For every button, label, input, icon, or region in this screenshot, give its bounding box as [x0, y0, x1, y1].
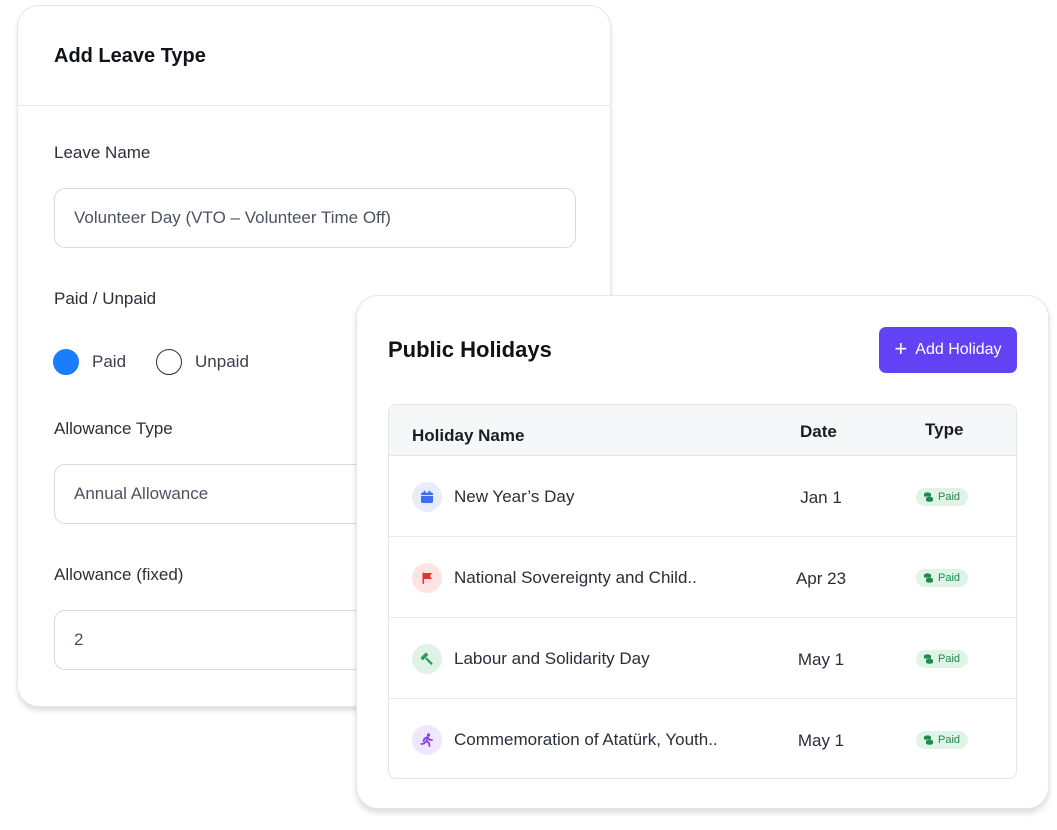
unpaid-radio-label[interactable]: Unpaid — [195, 352, 249, 372]
coins-icon — [924, 492, 933, 502]
running-person-icon — [412, 725, 442, 755]
holiday-date: May 1 — [797, 650, 845, 669]
plus-icon: + — [894, 336, 908, 361]
holiday-date: Apr 23 — [795, 569, 847, 588]
column-header-date: Date — [800, 422, 837, 441]
table-header: Holiday Name Date Type — [389, 405, 1016, 456]
type-badge-label: Paid — [938, 491, 961, 503]
holiday-name: Labour and Solidarity Day — [454, 649, 650, 668]
paid-radio[interactable]: Paid — [53, 349, 126, 375]
paid-radio-indicator[interactable] — [53, 349, 79, 375]
panel-header: Add Leave Type — [18, 6, 610, 106]
leave-name-label: Leave Name — [54, 143, 151, 162]
panel-title: Add Leave Type — [54, 45, 206, 67]
unpaid-radio-indicator[interactable] — [156, 349, 183, 375]
holiday-name: Commemoration of Atatürk, Youth.. — [454, 730, 718, 749]
paid-unpaid-label: Paid / Unpaid — [54, 289, 157, 308]
calendar-icon — [412, 482, 442, 512]
holiday-name: National Sovereignty and Child.. — [454, 568, 697, 587]
unpaid-radio[interactable]: Unpaid — [156, 349, 249, 375]
flag-icon — [412, 563, 442, 593]
panel-title: Public Holidays — [388, 337, 552, 362]
table-row[interactable]: Labour and Solidarity Day May 1 Paid — [389, 618, 1016, 699]
type-badge: Paid — [916, 650, 969, 668]
coins-icon — [924, 735, 933, 745]
column-header-name: Holiday Name — [412, 426, 525, 445]
allowance-type-label: Allowance Type — [54, 419, 173, 438]
coins-icon — [924, 573, 933, 583]
add-holiday-button[interactable]: + Add Holiday — [879, 327, 1017, 373]
type-badge: Paid — [916, 488, 969, 506]
table-row[interactable]: National Sovereignty and Child.. Apr 23 … — [389, 537, 1016, 618]
type-badge: Paid — [916, 569, 969, 587]
type-badge-label: Paid — [938, 653, 961, 665]
coins-icon — [924, 654, 933, 664]
paid-unpaid-radio-group: Paid Unpaid — [53, 349, 279, 375]
holiday-name: New Year’s Day — [454, 487, 575, 506]
table-row[interactable]: New Year’s Day Jan 1 Paid — [389, 456, 1016, 537]
type-badge-label: Paid — [938, 734, 961, 746]
holiday-date: May 1 — [797, 731, 845, 750]
column-header-type: Type — [925, 420, 964, 439]
allowance-fixed-label: Allowance (fixed) — [54, 565, 184, 584]
paid-radio-label[interactable]: Paid — [92, 352, 126, 372]
table-row[interactable]: Commemoration of Atatürk, Youth.. May 1 … — [389, 699, 1016, 778]
type-badge: Paid — [916, 731, 969, 749]
hammer-icon — [412, 644, 442, 674]
holidays-table: Holiday Name Date Type New Year’s Day Ja… — [388, 404, 1017, 779]
leave-name-input[interactable] — [54, 188, 576, 248]
holiday-date: Jan 1 — [800, 488, 842, 507]
public-holidays-panel: Public Holidays + Add Holiday Holiday Na… — [356, 295, 1049, 809]
type-badge-label: Paid — [938, 572, 961, 584]
add-holiday-button-label: Add Holiday — [915, 341, 1002, 358]
